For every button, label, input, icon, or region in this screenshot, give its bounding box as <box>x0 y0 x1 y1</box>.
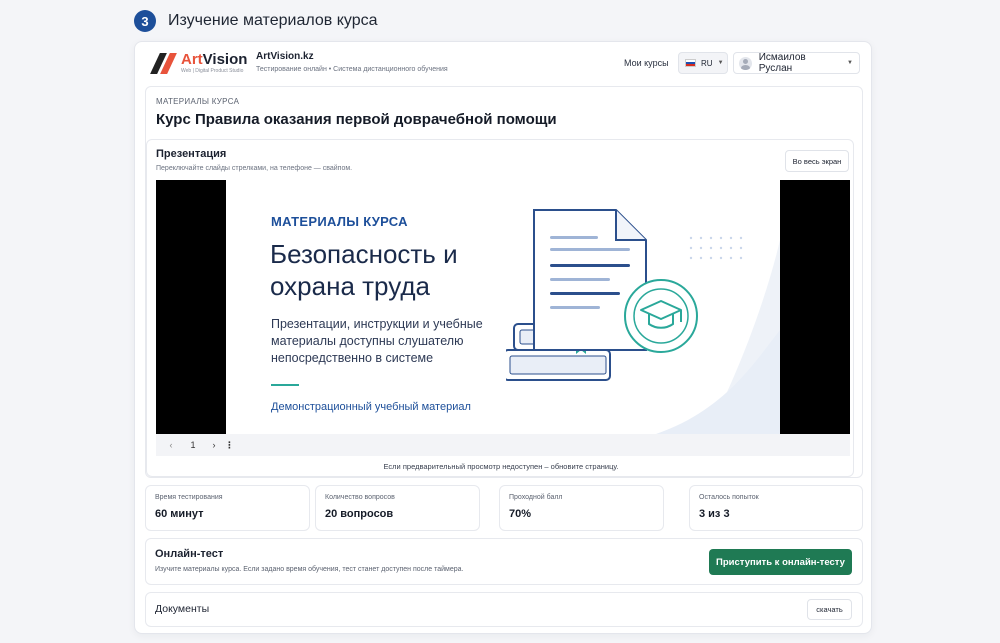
documents-card: Документы скачать <box>145 592 863 627</box>
course-card: МАТЕРИАЛЫ КУРСА Курс Правила оказания пе… <box>145 86 863 478</box>
slide-illustration <box>506 209 780 434</box>
logo-wordmark: ArtVision <box>181 51 248 68</box>
stat-value: 3 из 3 <box>699 508 730 520</box>
slide-title: Безопасность и охрана труда <box>270 239 458 301</box>
slide-viewer[interactable]: МАТЕРИАЛЫ КУРСА Безопасность и охрана тр… <box>156 180 850 434</box>
chevron-down-icon: ▼ <box>717 60 724 66</box>
site-description: Тестирование онлайн • Система дистанцион… <box>256 66 448 73</box>
slide: МАТЕРИАЛЫ КУРСА Безопасность и охрана тр… <box>226 180 780 434</box>
language-label: RU <box>701 58 713 68</box>
download-button[interactable]: скачать <box>807 599 852 620</box>
slide-footer: Демонстрационный учебный материал <box>271 401 471 413</box>
presentation-card: Презентация Переключайте слайды стрелкам… <box>146 139 854 477</box>
fullscreen-button[interactable]: Во весь экран <box>785 150 849 172</box>
online-test-card: Онлайн-тест Изучите материалы курса. Есл… <box>145 538 863 585</box>
next-slide-button[interactable]: › <box>207 440 221 450</box>
logo[interactable]: ArtVision Web | Digital Product Studio <box>149 52 247 74</box>
language-selector[interactable]: RU ▼ <box>678 52 728 74</box>
site-info: ArtVision.kz Тестирование онлайн • Систе… <box>256 51 448 73</box>
slide-divider <box>271 384 299 386</box>
online-test-title: Онлайн-тест <box>155 548 224 560</box>
slide-kicker: МАТЕРИАЛЫ КУРСА <box>271 214 408 229</box>
top-bar: ArtVision Web | Digital Product Studio A… <box>135 42 871 84</box>
course-title: Курс Правила оказания первой доврачебной… <box>156 111 557 128</box>
preview-note: Если предварительный просмотр недоступен… <box>383 462 619 471</box>
logo-subtitle: Web | Digital Product Studio <box>181 68 244 74</box>
stat-label: Осталось попыток <box>699 494 759 501</box>
app-window: ArtVision Web | Digital Product Studio A… <box>134 41 872 634</box>
start-test-button[interactable]: Приступить к онлайн-тесту <box>709 549 852 575</box>
stat-label: Проходной балл <box>509 494 563 501</box>
site-name: ArtVision.kz <box>256 51 314 62</box>
stat-value: 60 минут <box>155 508 204 520</box>
stat-label: Время тестирования <box>155 494 223 501</box>
online-test-description: Изучите материалы курса. Если задано вре… <box>155 566 464 573</box>
presentation-title: Презентация <box>156 148 227 160</box>
flag-ru-icon <box>685 59 696 67</box>
stat-label: Количество вопросов <box>325 494 395 501</box>
avatar-icon <box>739 56 752 70</box>
step-header: 3 Изучение материалов курса <box>134 10 378 32</box>
step-number-badge: 3 <box>134 10 156 32</box>
presentation-hint: Переключайте слайды стрелками, на телефо… <box>156 165 353 172</box>
user-menu[interactable]: Исмаилов Руслан ▼ <box>733 52 860 74</box>
user-name: Исмаилов Руслан <box>758 52 806 74</box>
graduation-cap-icon <box>624 279 698 353</box>
slide-navigation: ‹ 1 › ⋮ <box>156 434 850 456</box>
my-courses-link[interactable]: Мои курсы <box>624 58 669 68</box>
stat-attempts-left: Осталось попыток 3 из 3 <box>689 485 863 531</box>
logo-mark-icon <box>149 52 177 74</box>
step-title: Изучение материалов курса <box>168 12 378 29</box>
stat-passing-score: Проходной балл 70% <box>499 485 664 531</box>
stat-testing-time: Время тестирования 60 минут <box>145 485 310 531</box>
breadcrumb: МАТЕРИАЛЫ КУРСА <box>156 97 240 106</box>
chevron-down-icon: ▼ <box>847 60 853 66</box>
stat-question-count: Количество вопросов 20 вопросов <box>315 485 480 531</box>
documents-title: Документы <box>155 603 210 615</box>
stat-value: 70% <box>509 508 532 520</box>
slide-description: Презентации, инструкции и учебные матери… <box>271 317 483 365</box>
more-options-icon[interactable]: ⋮ <box>225 440 234 451</box>
stat-value: 20 вопросов <box>325 508 394 520</box>
slide-page-number: 1 <box>190 440 196 450</box>
prev-slide-button[interactable]: ‹ <box>164 440 178 450</box>
